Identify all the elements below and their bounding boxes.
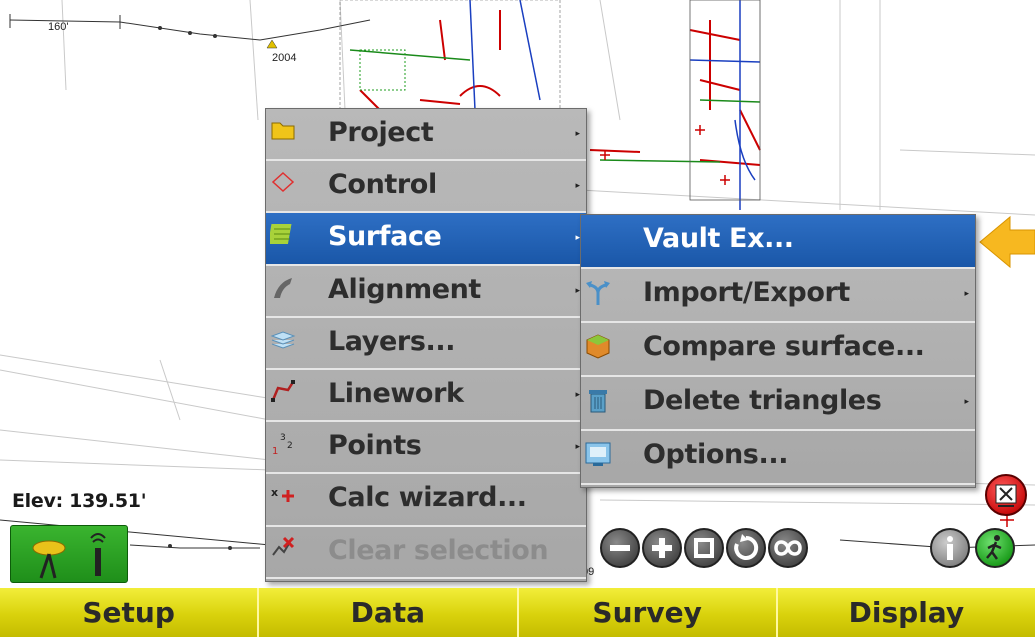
import-export-icon	[583, 277, 610, 305]
menu-item-label: Calc wizard...	[328, 482, 527, 514]
menu-item-compare-surface[interactable]: Compare surface...	[581, 323, 975, 377]
infinity-button[interactable]	[768, 528, 808, 568]
points-icon: 132	[270, 430, 296, 457]
trash-icon	[583, 385, 609, 413]
menu-item-label: Vault Ex...	[643, 223, 794, 254]
elevation-readout: Elev: 139.51'	[12, 490, 147, 512]
menu-item-calc-wizard[interactable]: x Calc wizard...	[266, 474, 586, 527]
menu-item-label: Control	[328, 169, 437, 201]
exit-button[interactable]	[985, 474, 1027, 516]
tab-data[interactable]: Data	[259, 588, 519, 637]
menu-item-import-export[interactable]: Import/Export ▸	[581, 269, 975, 323]
gps-receiver-icon	[32, 533, 106, 579]
exit-icon	[995, 484, 1017, 507]
infinity-icon	[774, 540, 802, 556]
menu-item-label: Layers...	[328, 325, 456, 357]
menu-item-label: Clear selection	[328, 534, 549, 566]
svg-text:x: x	[271, 486, 278, 499]
menu-item-clear-selection: Clear selection	[266, 527, 586, 579]
minus-icon	[610, 545, 630, 551]
menu-item-label: Compare surface...	[643, 331, 925, 362]
plus-icon	[652, 538, 672, 558]
pointer-arrow	[979, 215, 1035, 269]
layers-icon	[270, 326, 296, 352]
svg-text:1: 1	[272, 446, 278, 456]
svg-text:2: 2	[287, 441, 293, 451]
surface-submenu: Vault Ex... Import/Export ▸ Compare surface…	[580, 214, 976, 488]
compare-surface-icon	[583, 331, 610, 359]
tab-display[interactable]: Display	[777, 588, 1035, 637]
square-icon	[694, 538, 714, 558]
tab-label: Display	[848, 596, 965, 629]
folder-icon	[270, 117, 296, 143]
zoom-extents-button[interactable]	[684, 528, 724, 568]
clear-selection-icon	[270, 535, 296, 561]
menu-item-label: Options...	[643, 439, 789, 470]
menu-item-label: Surface	[328, 221, 442, 253]
gps-status-button[interactable]	[10, 525, 128, 583]
bottom-tab-bar: Setup Data Survey Display	[0, 588, 1035, 637]
menu-item-vault-ex[interactable]: Vault Ex...	[581, 215, 975, 269]
walk-button[interactable]	[975, 528, 1015, 568]
svg-text:3: 3	[280, 433, 286, 443]
point-label: 2004	[272, 52, 297, 64]
options-icon	[583, 439, 611, 466]
walk-icon	[986, 535, 1002, 560]
menu-item-surface[interactable]: Surface ▸	[266, 213, 586, 266]
menu-item-label: Points	[328, 430, 422, 462]
tab-label: Data	[350, 596, 426, 629]
submenu-arrow-icon: ▸	[575, 129, 580, 139]
rotate-icon	[734, 534, 759, 560]
menu-item-project[interactable]: Project ▸	[266, 109, 586, 162]
alignment-icon	[270, 274, 296, 300]
rotate-button[interactable]	[726, 528, 766, 568]
tab-label: Setup	[82, 596, 175, 629]
control-diamond-icon	[270, 169, 296, 195]
tab-setup[interactable]: Setup	[0, 588, 260, 637]
menu-item-label: Import/Export	[643, 277, 850, 308]
data-menu: Project ▸ Control ▸ Surface ▸ Alignment ▸ Layers…	[265, 108, 587, 582]
menu-item-options[interactable]: Options...	[581, 431, 975, 485]
menu-item-linework[interactable]: Linework ▸	[266, 370, 586, 423]
tab-survey[interactable]: Survey	[518, 588, 778, 637]
menu-item-label: Delete triangles	[643, 385, 882, 416]
menu-item-label: Alignment	[328, 273, 481, 305]
menu-item-alignment[interactable]: Alignment ▸	[266, 266, 586, 318]
scale-label: 160'	[48, 21, 69, 33]
menu-item-delete-triangles[interactable]: Delete triangles ▸	[581, 377, 975, 431]
calc-wizard-icon: x	[270, 482, 296, 508]
menu-item-layers[interactable]: Layers...	[266, 318, 586, 370]
menu-item-control[interactable]: Control ▸	[266, 161, 586, 214]
submenu-arrow-icon: ▸	[575, 181, 580, 192]
submenu-arrow-icon: ▸	[964, 397, 969, 407]
menu-item-label: Linework	[328, 378, 464, 409]
menu-item-points[interactable]: 1 3 2 Points ▸	[266, 422, 586, 475]
linework-icon	[270, 378, 296, 404]
zoom-out-button[interactable]	[600, 528, 640, 568]
info-button[interactable]	[930, 528, 970, 568]
surface-icon	[267, 221, 296, 247]
tab-label: Survey	[592, 596, 702, 629]
zoom-in-button[interactable]	[642, 528, 682, 568]
submenu-arrow-icon: ▸	[964, 289, 969, 299]
menu-item-label: Project	[328, 117, 434, 148]
info-icon	[947, 536, 953, 560]
